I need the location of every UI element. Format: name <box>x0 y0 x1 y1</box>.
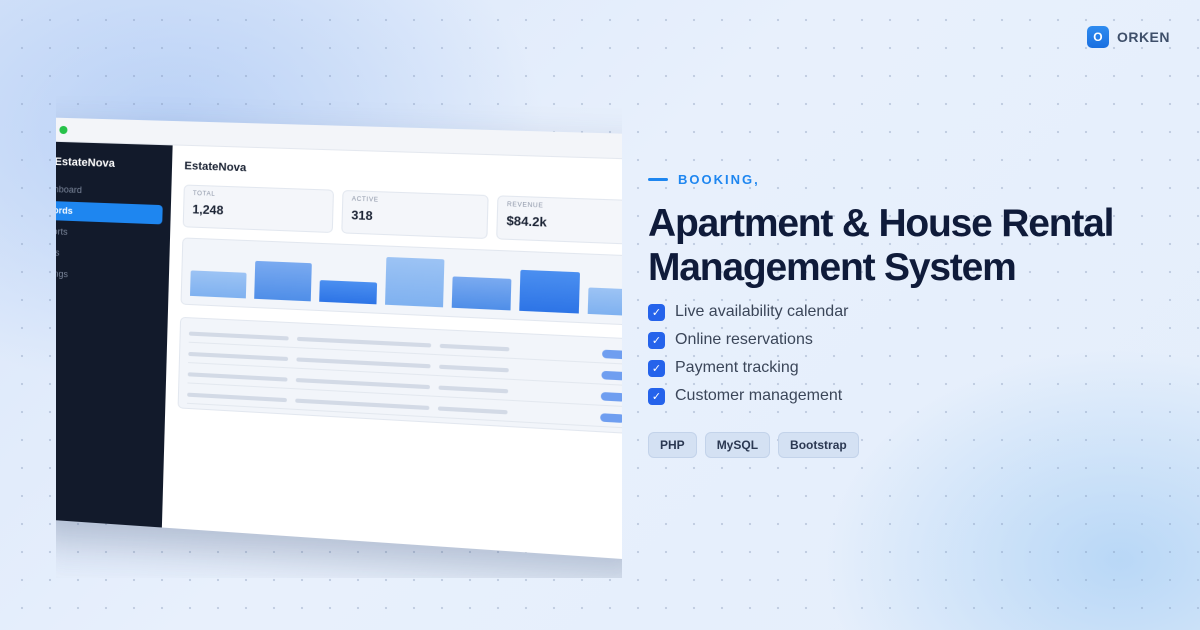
stat-label: REVENUE <box>507 202 622 213</box>
chart-bar <box>319 280 377 304</box>
eyebrow: BOOKING, <box>648 172 760 187</box>
table-cell-placeholder <box>189 332 289 341</box>
headline: Apartment & House Rental Management Syst… <box>648 202 1168 290</box>
records-table <box>178 317 622 435</box>
sidebar-brand: EstateNova <box>56 156 115 170</box>
status-badge <box>601 392 622 402</box>
table-cell-placeholder <box>297 337 431 348</box>
feature-item: ✓ Live availability calendar <box>648 298 848 326</box>
stat-card-revenue: REVENUE $84.2k <box>496 195 622 245</box>
headline-line-2: Management System <box>648 246 1168 290</box>
feature-item: ✓ Customer management <box>648 382 848 410</box>
app-title: EstateNova <box>184 160 246 174</box>
stat-value: 1,248 <box>192 202 324 221</box>
stat-label: TOTAL <box>193 191 325 202</box>
app-screenshot: EstateNova hboard ords orts rs ings Esta… <box>56 96 622 578</box>
stat-card-total: TOTAL 1,248 <box>183 184 334 233</box>
check-icon: ✓ <box>648 388 665 405</box>
stat-value: 318 <box>351 208 478 227</box>
stat-card-active: ACTIVE 318 <box>341 190 488 239</box>
sidebar-item-users[interactable]: rs <box>56 243 162 267</box>
feature-text: Customer management <box>675 387 842 405</box>
status-badge <box>601 371 622 381</box>
window-maximize-dot[interactable] <box>59 126 67 134</box>
chart-bar <box>254 261 312 301</box>
check-icon: ✓ <box>648 360 665 377</box>
table-cell-placeholder <box>296 378 430 389</box>
feature-item: ✓ Payment tracking <box>648 354 848 382</box>
table-cell-placeholder <box>295 399 429 411</box>
bar-chart-card <box>180 237 622 326</box>
table-cell-placeholder <box>439 386 509 394</box>
status-badge <box>602 350 622 360</box>
app-content: EstateNova TOTAL 1,248 ACTIVE 318 REVENU… <box>162 145 622 561</box>
app-sidebar: EstateNova hboard ords orts rs ings <box>56 140 173 528</box>
feature-item: ✓ Online reservations <box>648 326 848 354</box>
table-cell-placeholder <box>438 406 508 414</box>
brand-name: ORKEN <box>1117 29 1170 45</box>
feature-text: Payment tracking <box>675 359 799 377</box>
headline-line-1: Apartment & House Rental <box>648 202 1168 246</box>
brand-logo-icon: O <box>1087 26 1109 48</box>
sidebar-item-settings[interactable]: ings <box>56 264 161 288</box>
eyebrow-line <box>648 178 668 181</box>
table-cell-placeholder <box>188 372 288 381</box>
stat-label: ACTIVE <box>352 196 479 207</box>
check-icon: ✓ <box>648 304 665 321</box>
chart-bar <box>519 270 580 314</box>
chart-bar <box>452 276 512 310</box>
chart-bar <box>385 257 444 307</box>
status-badge <box>600 413 622 423</box>
table-cell-placeholder <box>296 357 430 368</box>
feature-text: Online reservations <box>675 331 813 349</box>
check-icon: ✓ <box>648 332 665 349</box>
tech-tags: PHP MySQL Bootstrap <box>648 432 859 458</box>
brand: O ORKEN <box>1087 26 1170 48</box>
sidebar-item-records[interactable]: ords <box>56 201 163 225</box>
table-cell-placeholder <box>440 344 510 352</box>
stat-value: $84.2k <box>506 213 622 233</box>
chart-bar <box>588 287 622 316</box>
app-window: EstateNova hboard ords orts rs ings Esta… <box>56 116 622 562</box>
feature-list: ✓ Live availability calendar ✓ Online re… <box>648 298 848 410</box>
table-cell-placeholder <box>188 352 288 361</box>
chart-bar <box>190 270 247 298</box>
tag-mysql: MySQL <box>705 432 770 458</box>
table-cell-placeholder <box>439 365 509 373</box>
tag-bootstrap: Bootstrap <box>778 432 859 458</box>
sidebar-item-reports[interactable]: orts <box>56 222 162 246</box>
sidebar-item-dashboard[interactable]: hboard <box>56 180 163 203</box>
tag-php: PHP <box>648 432 697 458</box>
eyebrow-text: BOOKING, <box>678 172 760 187</box>
table-cell-placeholder <box>187 393 287 403</box>
feature-text: Live availability calendar <box>675 303 848 321</box>
